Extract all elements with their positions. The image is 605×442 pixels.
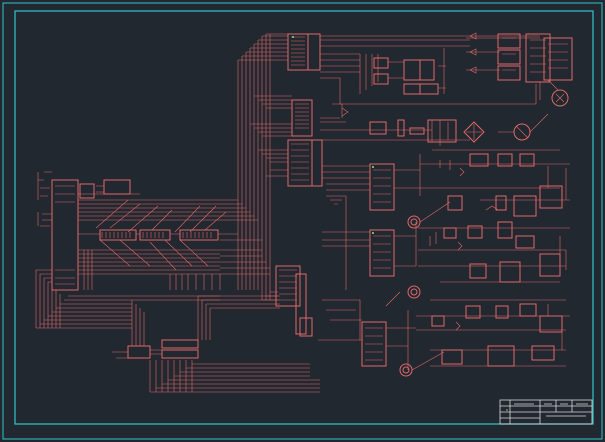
top-driver-section (320, 32, 573, 107)
lower-left-bus (35, 269, 320, 393)
motor-icon (407, 285, 421, 299)
title-block (499, 399, 593, 425)
power-supply-section (320, 103, 549, 146)
right-channel-3 (318, 299, 570, 370)
motor-icon (407, 215, 421, 229)
motor-icon (399, 363, 413, 377)
inner-frame (14, 10, 594, 425)
left-control-section (37, 171, 238, 291)
schematic-canvas[interactable] (0, 0, 605, 442)
right-channel-2 (322, 195, 570, 290)
central-bus-bundle (220, 33, 292, 301)
cad-drawing-window[interactable] (0, 0, 605, 442)
central-ics (275, 33, 323, 337)
right-channel-1 (322, 149, 570, 217)
outer-frame (2, 2, 603, 440)
